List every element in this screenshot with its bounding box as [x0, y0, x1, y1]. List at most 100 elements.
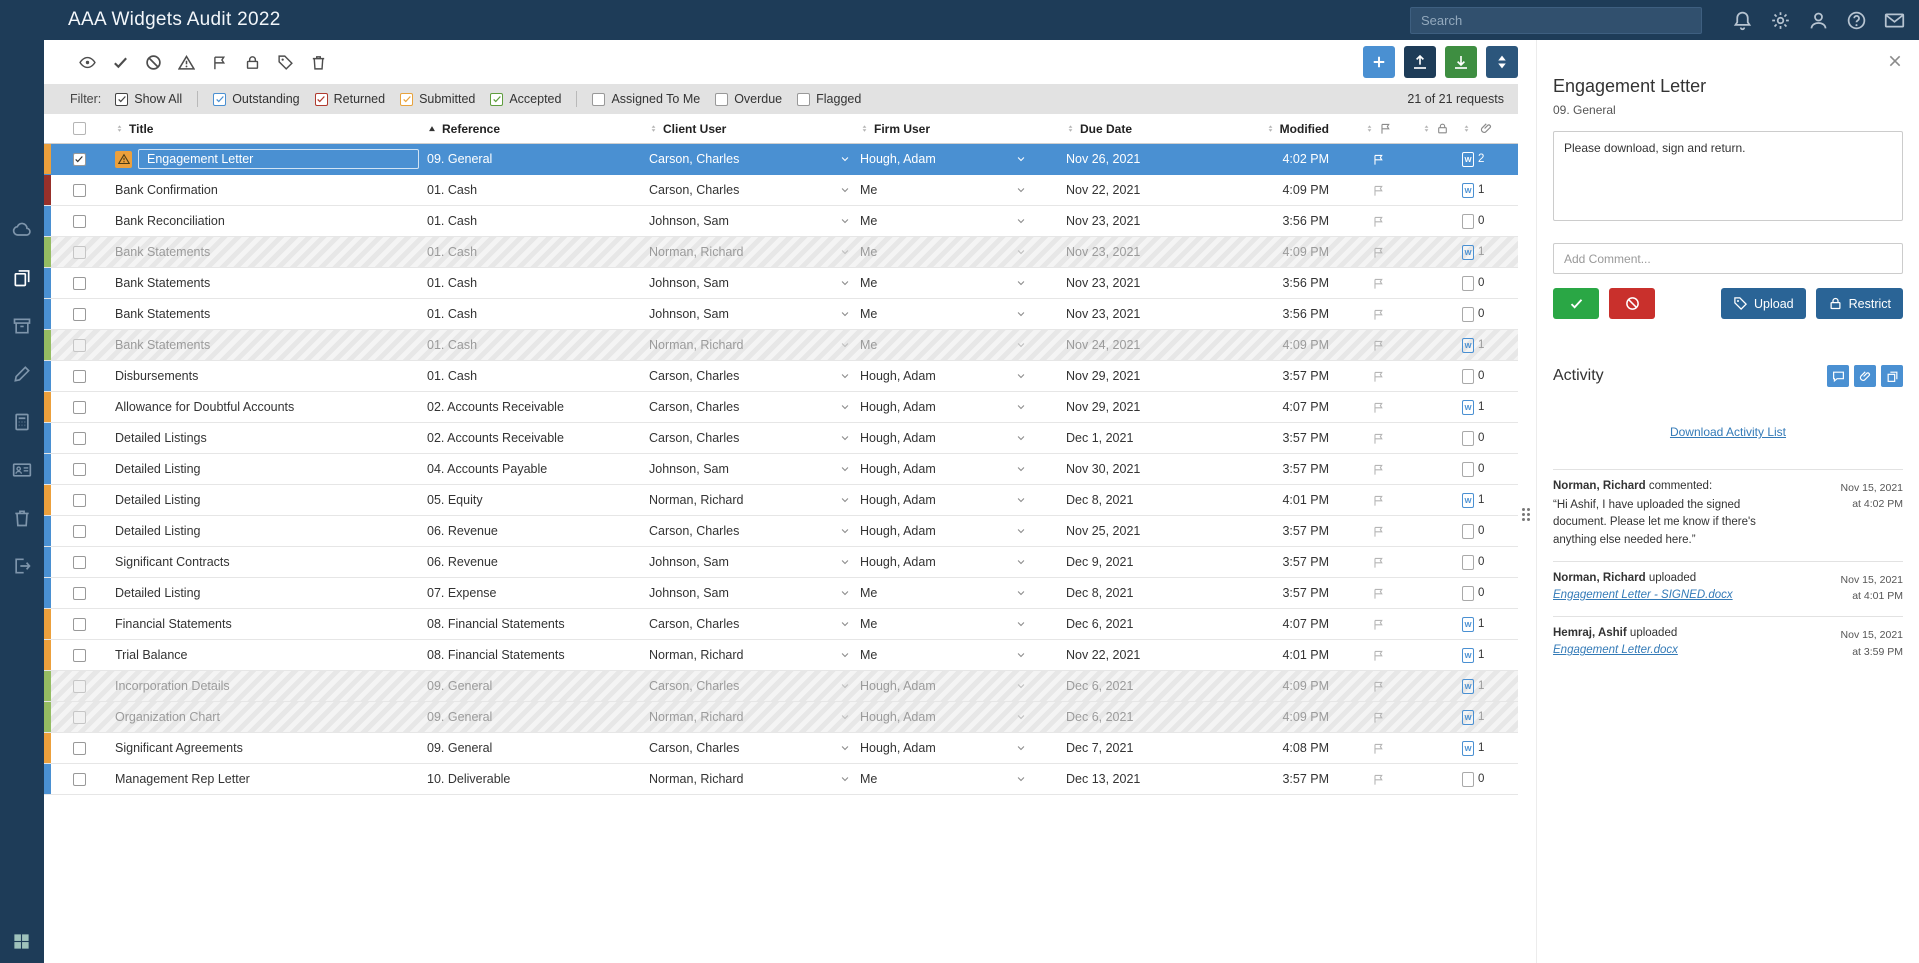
firm-user-select[interactable]: Me — [860, 268, 1040, 298]
firm-user-select[interactable]: Me — [860, 640, 1040, 670]
filter-checkbox[interactable] — [213, 93, 226, 106]
comment-input[interactable] — [1553, 243, 1903, 274]
firm-user-select[interactable]: Hough, Adam — [860, 423, 1040, 453]
row-checkbox[interactable] — [73, 556, 86, 569]
client-user-select[interactable]: Norman, Richard — [649, 764, 860, 794]
row-checkbox[interactable] — [73, 463, 86, 476]
flag-toggle[interactable] — [1345, 206, 1412, 236]
client-user-select[interactable]: Carson, Charles — [649, 671, 860, 701]
sidebar-item-requests[interactable] — [12, 268, 32, 288]
table-row[interactable]: Incorporation Details 09. General Carson… — [44, 671, 1518, 702]
sidebar-item-contacts[interactable] — [12, 460, 32, 480]
filter-checkbox[interactable] — [797, 93, 810, 106]
row-checkbox[interactable] — [73, 246, 86, 259]
firm-user-select[interactable]: Hough, Adam — [860, 733, 1040, 763]
firm-user-select[interactable]: Me — [860, 175, 1040, 205]
client-user-select[interactable]: Carson, Charles — [649, 423, 860, 453]
row-checkbox[interactable] — [73, 339, 86, 352]
client-user-select[interactable]: Johnson, Sam — [649, 454, 860, 484]
table-row[interactable]: Allowance for Doubtful Accounts 02. Acco… — [44, 392, 1518, 423]
filter-checkbox[interactable] — [115, 93, 128, 106]
help-icon[interactable] — [1846, 10, 1867, 31]
firm-user-select[interactable]: Me — [860, 578, 1040, 608]
client-user-select[interactable]: Johnson, Sam — [649, 547, 860, 577]
comments-filter-icon[interactable] — [1827, 365, 1849, 387]
messages-icon[interactable] — [1884, 10, 1905, 31]
client-user-select[interactable]: Carson, Charles — [649, 516, 860, 546]
flag-toggle[interactable] — [1345, 733, 1412, 763]
accept-icon[interactable] — [107, 49, 133, 75]
row-checkbox[interactable] — [73, 215, 86, 228]
notifications-icon[interactable] — [1732, 10, 1753, 31]
download-activity-link[interactable]: Download Activity List — [1670, 425, 1786, 439]
account-icon[interactable] — [1808, 10, 1829, 31]
attachments[interactable]: W 1 — [1458, 702, 1518, 732]
flag-toggle[interactable] — [1345, 764, 1412, 794]
table-row[interactable]: Detailed Listing 07. Expense Johnson, Sa… — [44, 578, 1518, 609]
flag-toggle[interactable] — [1345, 361, 1412, 391]
client-user-select[interactable]: Norman, Richard — [649, 640, 860, 670]
table-row[interactable]: Detailed Listing 04. Accounts Payable Jo… — [44, 454, 1518, 485]
close-icon[interactable] — [1887, 52, 1905, 70]
attachments[interactable]: 0 — [1458, 206, 1518, 236]
log-filter-icon[interactable] — [1881, 365, 1903, 387]
client-user-select[interactable]: Carson, Charles — [649, 392, 860, 422]
column-header-flag[interactable] — [1345, 114, 1412, 143]
sidebar-item-edit[interactable] — [12, 364, 32, 384]
firm-user-select[interactable]: Hough, Adam — [860, 454, 1040, 484]
table-row[interactable]: Bank Reconciliation 01. Cash Johnson, Sa… — [44, 206, 1518, 237]
row-checkbox[interactable] — [73, 432, 86, 445]
table-row[interactable]: Bank Statements 01. Cash Johnson, Sam Me… — [44, 268, 1518, 299]
client-user-select[interactable]: Johnson, Sam — [649, 268, 860, 298]
download-button[interactable] — [1445, 46, 1477, 78]
app-grid-icon[interactable] — [12, 932, 31, 951]
reorder-button[interactable] — [1486, 46, 1518, 78]
row-checkbox[interactable] — [73, 680, 86, 693]
attachments[interactable]: 0 — [1458, 764, 1518, 794]
client-user-select[interactable]: Johnson, Sam — [649, 206, 860, 236]
row-checkbox[interactable] — [73, 494, 86, 507]
row-checkbox[interactable] — [73, 525, 86, 538]
attachments[interactable]: 0 — [1458, 516, 1518, 546]
firm-user-select[interactable]: Hough, Adam — [860, 671, 1040, 701]
filter-checkbox[interactable] — [400, 93, 413, 106]
tag-icon[interactable] — [272, 49, 298, 75]
description-box[interactable]: Please download, sign and return. — [1553, 131, 1903, 221]
activity-file-link[interactable]: Engagement Letter.docx — [1553, 644, 1678, 656]
panel-resize-handle[interactable] — [1522, 508, 1530, 521]
activity-file-link[interactable]: Engagement Letter - SIGNED.docx — [1553, 589, 1733, 601]
row-checkbox[interactable] — [73, 618, 86, 631]
return-button[interactable] — [1609, 288, 1655, 319]
firm-user-select[interactable]: Me — [860, 609, 1040, 639]
table-row[interactable]: Detailed Listing 05. Equity Norman, Rich… — [44, 485, 1518, 516]
settings-icon[interactable] — [1770, 10, 1791, 31]
flag-toggle[interactable] — [1345, 423, 1412, 453]
attachments[interactable]: W 1 — [1458, 485, 1518, 515]
attachments[interactable]: 0 — [1458, 547, 1518, 577]
client-user-select[interactable]: Carson, Charles — [649, 733, 860, 763]
flag-toggle[interactable] — [1345, 144, 1412, 174]
attachments[interactable]: W 1 — [1458, 175, 1518, 205]
sidebar-item-trash[interactable] — [12, 508, 32, 528]
client-user-select[interactable]: Norman, Richard — [649, 702, 860, 732]
table-row[interactable]: Bank Statements 01. Cash Norman, Richard… — [44, 237, 1518, 268]
flag-toggle[interactable] — [1345, 578, 1412, 608]
row-checkbox[interactable] — [73, 711, 86, 724]
attachments[interactable]: 0 — [1458, 423, 1518, 453]
firm-user-select[interactable]: Hough, Adam — [860, 547, 1040, 577]
client-user-select[interactable]: Johnson, Sam — [649, 578, 860, 608]
row-checkbox[interactable] — [73, 277, 86, 290]
filter-option[interactable]: Accepted — [490, 92, 561, 106]
table-row[interactable]: Financial Statements 08. Financial State… — [44, 609, 1518, 640]
table-row[interactable]: Bank Statements 01. Cash Johnson, Sam Me… — [44, 299, 1518, 330]
table-row[interactable]: Detailed Listing 06. Revenue Carson, Cha… — [44, 516, 1518, 547]
column-header-attachments[interactable] — [1458, 114, 1518, 143]
attachments[interactable]: 0 — [1458, 299, 1518, 329]
add-button[interactable] — [1363, 46, 1395, 78]
attachments[interactable]: 0 — [1458, 361, 1518, 391]
firm-user-select[interactable]: Hough, Adam — [860, 485, 1040, 515]
flag-toggle[interactable] — [1345, 299, 1412, 329]
row-checkbox[interactable] — [73, 742, 86, 755]
flag-icon[interactable] — [206, 49, 232, 75]
table-row[interactable]: Significant Contracts 06. Revenue Johnso… — [44, 547, 1518, 578]
